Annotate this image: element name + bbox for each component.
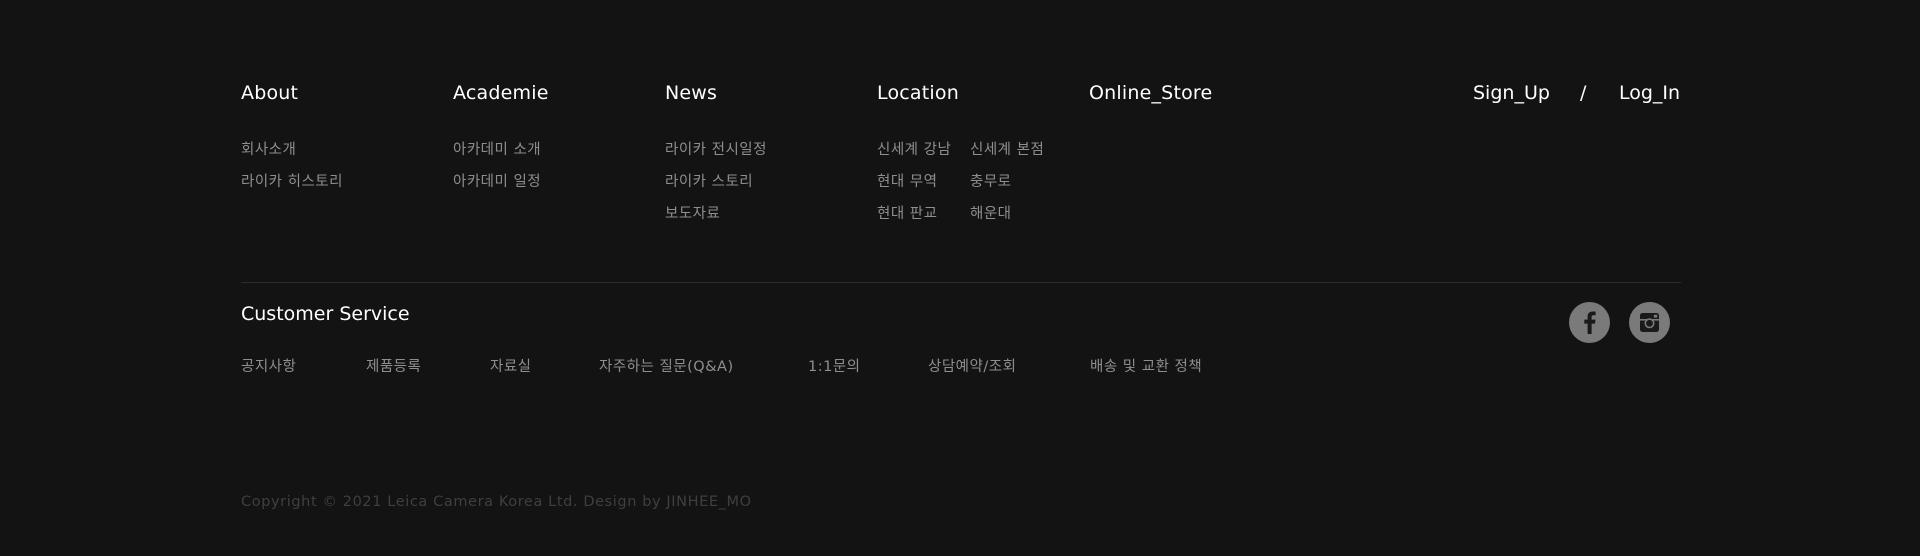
log-in-link[interactable]: Log_In: [1619, 82, 1680, 104]
auth-separator: /: [1580, 82, 1587, 104]
cs-link-consult-reservation[interactable]: 상담예약/조회: [928, 355, 1016, 376]
facebook-button[interactable]: [1569, 302, 1610, 343]
location-list-col1: 신세계 강남 현대 무역 현대 판교: [877, 138, 951, 234]
about-link-company[interactable]: 회사소개: [241, 138, 343, 170]
copyright-text: Copyright © 2021 Leica Camera Korea Ltd.…: [241, 494, 752, 510]
news-link-list: 라이카 전시일정 라이카 스토리 보도자료: [665, 138, 767, 234]
facebook-icon: [1584, 311, 1596, 334]
location-link-hyundai-pangyo[interactable]: 현대 판교: [877, 202, 951, 234]
cs-link-shipping-policy[interactable]: 배송 및 교환 정책: [1090, 355, 1202, 376]
site-footer: About 회사소개 라이카 히스토리 Academie 아카데미 소개 아카데…: [0, 0, 1920, 556]
news-link-press[interactable]: 보도자료: [665, 202, 767, 234]
location-link-shinsegae-main[interactable]: 신세계 본점: [970, 138, 1044, 170]
customer-service-title: Customer Service: [241, 303, 410, 325]
nav-about-title[interactable]: About: [241, 82, 298, 104]
cs-link-inquiry[interactable]: 1:1문의: [808, 355, 861, 376]
cs-link-notice[interactable]: 공지사항: [241, 355, 296, 376]
academie-link-schedule[interactable]: 아카데미 일정: [453, 170, 541, 202]
cs-link-resources[interactable]: 자료실: [490, 355, 532, 376]
location-link-hyundai-trade[interactable]: 현대 무역: [877, 170, 951, 202]
location-link-haeundae[interactable]: 해운대: [970, 202, 1044, 234]
nav-online-store-title[interactable]: Online_Store: [1089, 82, 1212, 104]
cs-link-faq[interactable]: 자주하는 질문(Q&A): [599, 355, 734, 376]
instagram-icon: [1640, 313, 1659, 332]
nav-academie-title[interactable]: Academie: [453, 82, 549, 104]
sign-up-link[interactable]: Sign_Up: [1473, 82, 1550, 104]
location-link-shinsegae-gangnam[interactable]: 신세계 강남: [877, 138, 951, 170]
about-link-list: 회사소개 라이카 히스토리: [241, 138, 343, 202]
location-list-col2: 신세계 본점 충무로 해운대: [970, 138, 1044, 234]
news-link-story[interactable]: 라이카 스토리: [665, 170, 767, 202]
academie-link-list: 아카데미 소개 아카데미 일정: [453, 138, 541, 202]
footer-divider: [241, 282, 1681, 283]
location-link-chungmuro[interactable]: 충무로: [970, 170, 1044, 202]
academie-link-intro[interactable]: 아카데미 소개: [453, 138, 541, 170]
nav-news-title[interactable]: News: [665, 82, 717, 104]
cs-link-product-registration[interactable]: 제품등록: [366, 355, 421, 376]
news-link-exhibition[interactable]: 라이카 전시일정: [665, 138, 767, 170]
instagram-button[interactable]: [1629, 302, 1670, 343]
about-link-history[interactable]: 라이카 히스토리: [241, 170, 343, 202]
nav-location-title[interactable]: Location: [877, 82, 959, 104]
